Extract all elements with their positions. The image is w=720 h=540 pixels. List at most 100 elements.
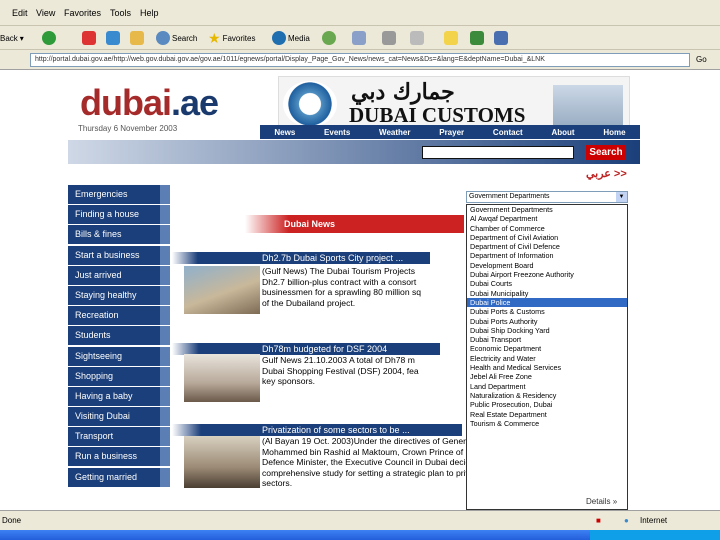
nav-about[interactable]: About	[551, 128, 574, 137]
department-option[interactable]: Electricity and Water	[467, 354, 627, 363]
go-button[interactable]: Go	[696, 55, 707, 64]
menu-help[interactable]: Help	[140, 8, 159, 18]
messenger-icon	[470, 31, 484, 45]
customs-arabic-title: جمارك دبي	[351, 79, 455, 105]
department-option[interactable]: Real Estate Department	[467, 410, 627, 419]
article-1-image[interactable]	[184, 266, 260, 314]
search-label: Search	[172, 33, 198, 43]
sidebar-item-visiting-dubai[interactable]: Visiting Dubai	[68, 407, 170, 427]
department-option[interactable]: Dubai Transport	[467, 335, 627, 344]
article-1-line: (Gulf News) The Dubai Tourism Projects	[262, 266, 415, 276]
address-input[interactable]: http://portal.dubai.gov.ae/http://web.go…	[30, 53, 690, 67]
nav-prayer[interactable]: Prayer	[439, 128, 464, 137]
sidebar-item-start-business[interactable]: Start a business	[68, 245, 170, 265]
arabic-link[interactable]: عربي >>	[586, 167, 627, 180]
current-date: Thursday 6 November 2003	[78, 124, 178, 133]
menu-view[interactable]: View	[36, 8, 55, 18]
article-3-title[interactable]: Privatization of some sectors to be ...	[172, 424, 462, 436]
forward-button[interactable]	[42, 30, 56, 46]
status-text: Done	[2, 516, 22, 525]
sidebar-item-bills-fines[interactable]: Bills & fines	[68, 225, 170, 245]
department-options: Government Departments Al Awqaf Departmen…	[466, 204, 628, 510]
department-option[interactable]: Al Awqaf Department	[467, 214, 627, 223]
department-option[interactable]: Department of Civil Aviation	[467, 233, 627, 242]
department-option[interactable]: Dubai Ship Docking Yard	[467, 326, 627, 335]
nav-news[interactable]: News	[274, 128, 295, 137]
search-button[interactable]: Search	[156, 30, 197, 46]
history-button[interactable]	[322, 30, 336, 46]
news-heading: Dubai News	[284, 219, 336, 229]
sidebar-item-recreation[interactable]: Recreation	[68, 306, 170, 326]
home-button[interactable]	[130, 30, 144, 46]
department-option[interactable]: Naturalization & Residency	[467, 391, 627, 400]
site-search-button[interactable]: Search	[586, 145, 626, 160]
dubai-customs-banner[interactable]: جمارك دبي DUBAI CUSTOMS	[278, 76, 630, 130]
customs-emblem-icon	[283, 81, 337, 127]
sidebar-item-staying-healthy[interactable]: Staying healthy	[68, 285, 170, 305]
department-option[interactable]: Dubai Courts	[467, 279, 627, 288]
sidebar-item-sightseeing[interactable]: Sightseeing	[68, 346, 170, 366]
chevron-down-icon[interactable]: ▼	[616, 192, 627, 202]
back-label: Back	[0, 33, 18, 43]
messenger-button[interactable]	[470, 30, 484, 46]
sidebar-item-just-arrived[interactable]: Just arrived	[68, 265, 170, 285]
sidebar-item-students[interactable]: Students	[68, 326, 170, 346]
article-3-image[interactable]	[184, 436, 260, 488]
department-option[interactable]: Economic Department	[467, 344, 627, 353]
top-nav: News Events Weather Prayer Contact About…	[260, 125, 640, 139]
sidebar-item-getting-married[interactable]: Getting married	[68, 467, 170, 487]
print-button[interactable]	[382, 30, 396, 46]
department-option[interactable]: Department of Information	[467, 251, 627, 260]
article-1-text: (Gulf News) The Dubai Tourism Projects D…	[262, 266, 464, 308]
department-option[interactable]: Tourism & Commerce	[467, 419, 627, 428]
refresh-icon	[106, 31, 120, 45]
sidebar: Emergencies Finding a house Bills & fine…	[68, 185, 170, 488]
menu-edit[interactable]: Edit	[12, 8, 28, 18]
system-tray	[590, 530, 720, 540]
department-option[interactable]: Land Department	[467, 382, 627, 391]
sidebar-item-having-baby[interactable]: Having a baby	[68, 386, 170, 406]
department-option[interactable]: Jebel Ali Free Zone	[467, 372, 627, 381]
department-option[interactable]: Dubai Airport Freezone Authority	[467, 270, 627, 279]
site-search-input[interactable]	[422, 146, 574, 159]
research-button[interactable]	[494, 30, 508, 46]
menu-favorites[interactable]: Favorites	[64, 8, 101, 18]
article-2-line: Dubai Shopping Festival (DSF) 2004, fea	[262, 365, 419, 376]
sidebar-item-emergencies[interactable]: Emergencies	[68, 185, 170, 204]
department-option[interactable]: Health and Medical Services	[467, 363, 627, 372]
sidebar-item-shopping[interactable]: Shopping	[68, 366, 170, 386]
department-option[interactable]: Dubai Police	[467, 297, 627, 308]
nav-weather[interactable]: Weather	[379, 128, 410, 137]
sidebar-item-run-business[interactable]: Run a business	[68, 447, 170, 467]
nav-contact[interactable]: Contact	[493, 128, 523, 137]
stop-button[interactable]	[82, 30, 96, 46]
department-option[interactable]: Government Departments	[467, 205, 627, 214]
mail-button[interactable]	[352, 30, 366, 46]
nav-home[interactable]: Home	[603, 128, 625, 137]
menu-tools[interactable]: Tools	[110, 8, 131, 18]
department-option[interactable]: Dubai Municipality	[467, 289, 627, 298]
sidebar-item-finding-house[interactable]: Finding a house	[68, 205, 170, 225]
department-option[interactable]: Public Prosecution, Dubai	[467, 400, 627, 409]
mail-icon	[352, 31, 366, 45]
media-button[interactable]: Media	[272, 30, 310, 46]
sidebar-item-transport[interactable]: Transport	[68, 427, 170, 447]
department-option[interactable]: Dubai Ports Authority	[467, 317, 627, 326]
article-2-line: key sponsors.	[262, 376, 316, 386]
department-option[interactable]: Development Board	[467, 261, 627, 270]
discuss-button[interactable]	[444, 30, 458, 46]
details-link[interactable]: Details »	[586, 497, 617, 506]
back-button[interactable]: Back ▾	[0, 30, 24, 46]
edit-button[interactable]	[410, 30, 424, 46]
nav-events[interactable]: Events	[324, 128, 350, 137]
article-2-image[interactable]	[184, 354, 260, 402]
logo-tld: .ae	[171, 82, 219, 123]
refresh-button[interactable]	[106, 30, 120, 46]
department-option[interactable]: Dubai Ports & Customs	[467, 307, 627, 316]
article-1-title[interactable]: Dh2.7b Dubai Sports City project ...	[172, 252, 430, 264]
favorites-button[interactable]: ★ Favorites	[208, 30, 255, 46]
dubai-logo[interactable]: dubai.ae	[80, 82, 219, 124]
department-option[interactable]: Department of Civil Defence	[467, 242, 627, 251]
department-select[interactable]: Government Departments ▼	[466, 191, 628, 203]
department-option[interactable]: Chamber of Commerce	[467, 224, 627, 233]
